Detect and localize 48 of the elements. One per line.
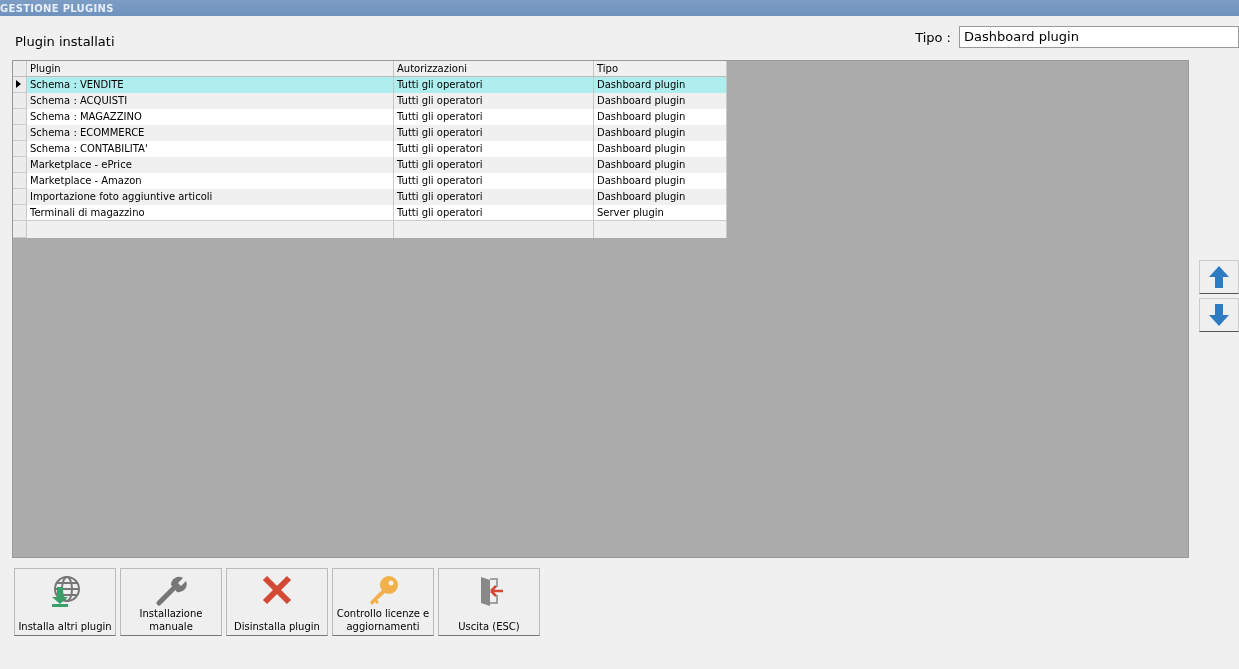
table-cell: Dashboard plugin (593, 108, 727, 125)
table-row[interactable]: Importazione foto aggiuntive articoli Tutti gli operatori Dashboard plugin (13, 188, 727, 205)
table-row[interactable]: Marketplace - ePrice Tutti gli operatori Dashboard plugin (13, 156, 727, 173)
table-cell: Dashboard plugin (593, 188, 727, 205)
type-label: Tipo : (915, 29, 951, 45)
table-cell: Importazione foto aggiuntive articoli (26, 188, 394, 205)
table-row[interactable]: Schema : MAGAZZINO Tutti gli operatori Dashboard plugin (13, 108, 727, 125)
table-cell: Dashboard plugin (593, 124, 727, 141)
table-row[interactable]: Schema : ACQUISTI Tutti gli operatori Dashboard plugin (13, 92, 727, 109)
install-button[interactable]: Installa altri plugin (14, 568, 116, 636)
wrench-icon (155, 575, 187, 607)
table-cell: Marketplace - Amazon (26, 172, 394, 189)
uninstall-button[interactable]: Disinstalla plugin (226, 568, 328, 636)
table-cell: Tutti gli operatori (393, 140, 594, 157)
table-cell: Schema : MAGAZZINO (26, 108, 394, 125)
key-icon (367, 575, 399, 607)
globe-download-icon (49, 575, 81, 607)
column-header[interactable]: Plugin (26, 61, 394, 77)
move-up-button[interactable] (1199, 260, 1239, 294)
down-arrow-icon (1209, 304, 1229, 326)
column-header[interactable]: Autorizzazioni (393, 61, 594, 77)
table-cell: Tutti gli operatori (393, 188, 594, 205)
row-header (13, 61, 27, 77)
exit-button[interactable]: Uscita (ESC) (438, 568, 540, 636)
manual-button[interactable]: Installazione manuale (120, 568, 222, 636)
table-cell: Dashboard plugin (593, 140, 727, 157)
table-cell: Tutti gli operatori (393, 108, 594, 125)
table-row[interactable]: Schema : CONTABILITA' Tutti gli operatori Dashboard plugin (13, 140, 727, 157)
table-cell: Tutti gli operatori (393, 172, 594, 189)
table-row[interactable]: Schema : VENDITE Tutti gli operatori Dashboard plugin (13, 76, 727, 93)
type-field[interactable]: Dashboard plugin (959, 26, 1239, 48)
license-button[interactable]: Controllo licenze e aggiornamenti (332, 568, 434, 636)
table-cell: Dashboard plugin (593, 156, 727, 173)
cross-icon (262, 575, 292, 605)
table-cell: Schema : CONTABILITA' (26, 140, 394, 157)
up-arrow-icon (1209, 266, 1229, 288)
section-title: Plugin installati (15, 34, 115, 49)
table-row[interactable]: Marketplace - Amazon Tutti gli operatori Dashboard plugin (13, 172, 727, 189)
table-cell: Marketplace - ePrice (26, 156, 394, 173)
window-title: GESTIONE PLUGINS (0, 2, 114, 14)
current-row-icon (16, 80, 21, 88)
table-cell: Tutti gli operatori (393, 156, 594, 173)
column-header[interactable]: Tipo (593, 61, 727, 77)
table-cell: Dashboard plugin (593, 172, 727, 189)
table-row[interactable]: Schema : ECOMMERCE Tutti gli operatori Dashboard plugin (13, 124, 727, 141)
table-cell: Schema : ECOMMERCE (26, 124, 394, 141)
table-cell: Tutti gli operatori (393, 124, 594, 141)
move-down-button[interactable] (1199, 298, 1239, 332)
